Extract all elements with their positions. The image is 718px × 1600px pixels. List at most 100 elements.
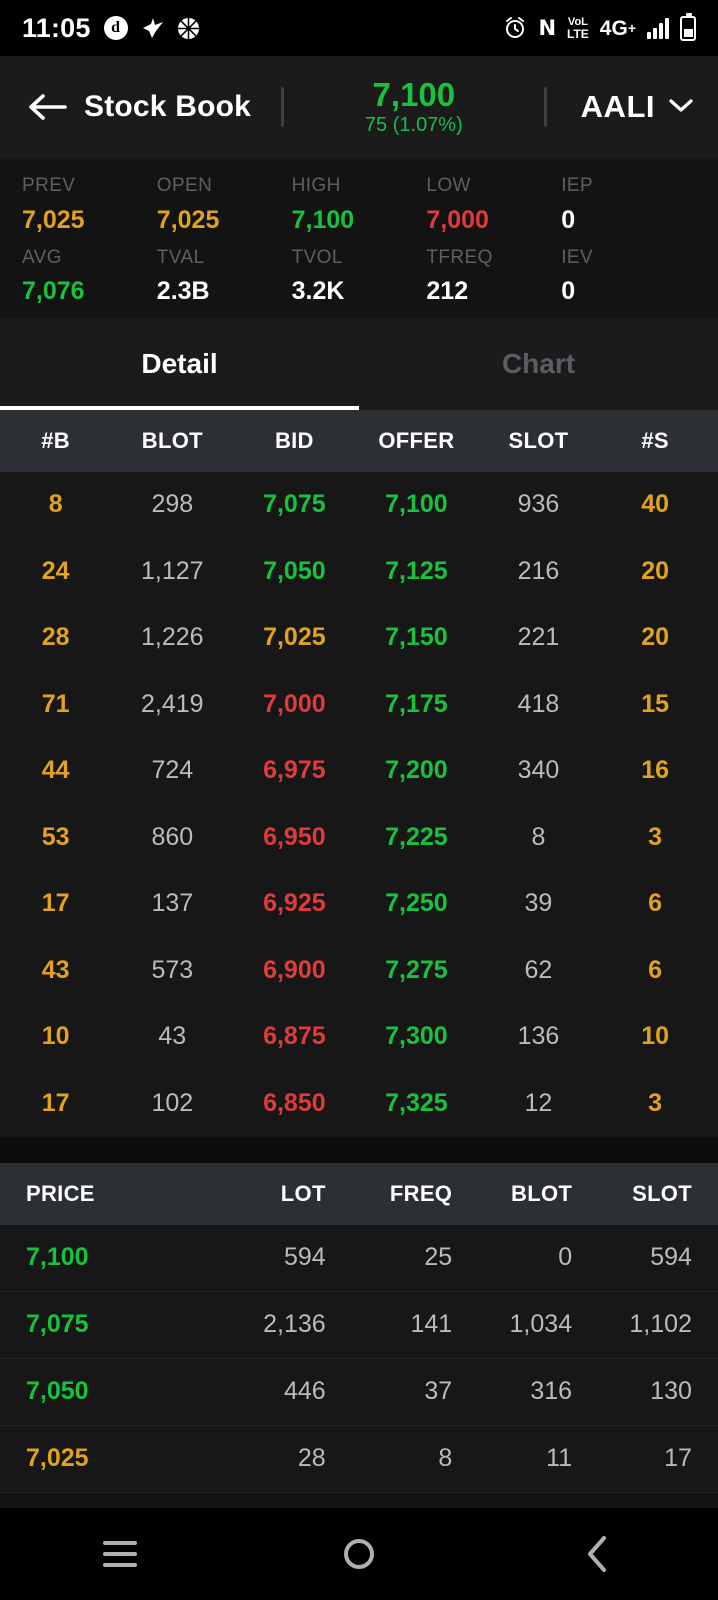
- last-price-block: 7,100 75 (1.07%): [284, 78, 544, 136]
- orderbook-cell-blot: 102: [151, 1088, 194, 1117]
- orderbook-cell-nb: 10: [41, 1022, 70, 1051]
- summary-col-header: LOT: [280, 1180, 326, 1206]
- orderbook-row[interactable]: 71 2,419 7,000 7,175 418 15: [0, 671, 718, 738]
- orderbook-row[interactable]: 28 1,226 7,025 7,150 221 20: [0, 605, 718, 672]
- orderbook-cell-slot: 12: [524, 1088, 553, 1117]
- stat-value: 212: [426, 277, 469, 306]
- summary-cell-lot: 446: [283, 1377, 326, 1405]
- summary-cell-slot: 594: [650, 1243, 692, 1271]
- orderbook-row[interactable]: 53 860 6,950 7,225 8 3: [0, 804, 718, 871]
- orderbook-row[interactable]: 17 102 6,850 7,325 12 3: [0, 1070, 718, 1137]
- summary-cell-blot: 0: [558, 1243, 573, 1271]
- stat-label: IEP: [561, 175, 594, 196]
- tab-active-indicator: [0, 405, 359, 410]
- ticker-selector[interactable]: AALI: [581, 89, 694, 125]
- orderbook-cell-nb: 24: [41, 556, 70, 585]
- orderbook-cell-ns: 6: [648, 889, 663, 918]
- orderbook-cell-offer: 7,275: [385, 955, 448, 984]
- battery-icon: [680, 12, 696, 41]
- summary-col-header: SLOT: [632, 1180, 692, 1206]
- tab-bar: Detail Chart: [0, 317, 718, 410]
- orderbook-cell-ns: 20: [641, 556, 670, 585]
- orderbook-col-header: #S: [641, 427, 669, 453]
- network-plus: +: [627, 20, 636, 36]
- orderbook-cell-offer: 7,200: [385, 756, 448, 785]
- stat-label: TVAL: [156, 246, 205, 268]
- bird-app-icon: [141, 18, 164, 38]
- summary-cell-blot: 1,034: [509, 1310, 573, 1338]
- orderbook-cell-nb: 28: [41, 623, 70, 652]
- summary-col-header: PRICE: [26, 1180, 95, 1206]
- back-chevron-icon[interactable]: [479, 1508, 718, 1600]
- summary-cell-price: 7,050: [26, 1377, 89, 1405]
- page-title: Stock Book: [84, 90, 252, 123]
- orderbook-cell-ns: 20: [641, 623, 670, 652]
- orderbook-cell-ns: 16: [641, 756, 670, 785]
- orderbook-cell-slot: 221: [517, 623, 560, 652]
- summary-cell-blot: 316: [530, 1377, 573, 1405]
- orderbook-cell-ns: 3: [648, 822, 663, 851]
- orderbook-row[interactable]: 24 1,127 7,050 7,125 216 20: [0, 538, 718, 605]
- volte-icon: VoL LTE: [567, 16, 589, 40]
- stat-value: 0: [561, 277, 576, 306]
- orderbook-header: #B BLOT BID OFFER SLOT #S: [0, 409, 718, 472]
- orderbook-row[interactable]: 44 724 6,975 7,200 340 16: [0, 738, 718, 805]
- summary-cell-freq: 141: [410, 1310, 453, 1338]
- orderbook-col-header: BLOT: [141, 427, 203, 453]
- summary-row[interactable]: 7,075 2,136 141 1,034 1,102: [0, 1292, 718, 1359]
- orderbook-cell-offer: 7,300: [385, 1022, 448, 1051]
- app-screen: 11:05 d N VoL LTE 4G + Stock Book 7,100 …: [0, 0, 718, 1600]
- orderbook-row[interactable]: 10 43 6,875 7,300 136 10: [0, 1004, 718, 1071]
- orderbook-cell-bid: 6,925: [263, 889, 326, 918]
- orderbook-cell-bid: 6,975: [263, 756, 326, 785]
- orderbook-col-header: SLOT: [508, 427, 569, 453]
- stat-cell-low: LOW 7,000: [426, 172, 561, 238]
- tab-detail[interactable]: Detail: [0, 318, 359, 410]
- orderbook-cell-slot: 936: [517, 490, 560, 519]
- summary-row[interactable]: 7,025 28 8 11 17: [0, 1426, 718, 1493]
- stat-cell-open: OPEN 7,025: [157, 172, 292, 238]
- tab-chart[interactable]: Chart: [359, 318, 718, 410]
- summary-cell-lot: 594: [283, 1243, 326, 1271]
- orderbook-cell-blot: 137: [151, 889, 194, 918]
- orderbook-row[interactable]: 43 573 6,900 7,275 62 6: [0, 937, 718, 1004]
- stat-cell-avg: AVG 7,076: [22, 244, 157, 310]
- quote-stats-row-2: AVG 7,076 TVAL 2.3B TVOL 3.2K TFREQ 212 IEV 0: [22, 244, 696, 310]
- stat-label: IEV: [561, 246, 594, 268]
- orderbook-col-header: #B: [41, 427, 70, 453]
- summary-row[interactable]: 7,050 446 37 316 130: [0, 1359, 718, 1426]
- stat-cell-tval: TVAL 2.3B: [157, 244, 292, 310]
- orderbook-cell-nb: 43: [41, 955, 70, 984]
- menu-recents-icon[interactable]: [0, 1508, 239, 1600]
- orderbook-cell-bid: 7,075: [263, 490, 326, 519]
- stat-value: 7,025: [22, 205, 85, 234]
- network-4gplus-icon: 4G +: [600, 18, 636, 39]
- dana-app-icon: d: [103, 16, 128, 40]
- orderbook-cell-nb: 17: [41, 1088, 70, 1117]
- stat-value: 7,000: [426, 205, 489, 234]
- section-divider: [0, 1136, 718, 1163]
- stat-cell-prev: PREV 7,025: [22, 172, 157, 238]
- signal-bars-icon: [647, 17, 669, 39]
- summary-row[interactable]: 7,100 594 25 0 594: [0, 1225, 718, 1292]
- orderbook-cell-blot: 1,226: [141, 623, 204, 652]
- orderbook-body: 8 298 7,075 7,100 936 40 24 1,127 7,050 7,125 216 2…: [0, 471, 718, 1137]
- home-circle-icon[interactable]: [239, 1508, 478, 1600]
- orderbook-row[interactable]: 8 298 7,075 7,100 936 40: [0, 472, 718, 539]
- orderbook-col-header: BID: [274, 427, 314, 453]
- orderbook-cell-slot: 136: [517, 1022, 560, 1051]
- system-nav-bar: [0, 1508, 718, 1600]
- stat-label: OPEN: [156, 175, 213, 196]
- orderbook-col-header: OFFER: [378, 427, 455, 453]
- summary-cell-freq: 8: [438, 1444, 453, 1472]
- stat-cell-tvol: TVOL 3.2K: [292, 244, 427, 310]
- stat-value: 7,025: [156, 205, 220, 234]
- price-summary-body: 7,100 594 25 0 594 7,075 2,136 141 1,034 1,102 7,0…: [0, 1224, 718, 1493]
- basketball-app-icon: [177, 17, 200, 40]
- summary-col-header: BLOT: [511, 1180, 573, 1206]
- network-label: 4G: [599, 16, 628, 40]
- summary-cell-slot: 17: [664, 1444, 692, 1472]
- stat-cell-iev: IEV 0: [561, 244, 696, 310]
- back-arrow-icon[interactable]: [24, 84, 70, 130]
- orderbook-row[interactable]: 17 137 6,925 7,250 39 6: [0, 871, 718, 938]
